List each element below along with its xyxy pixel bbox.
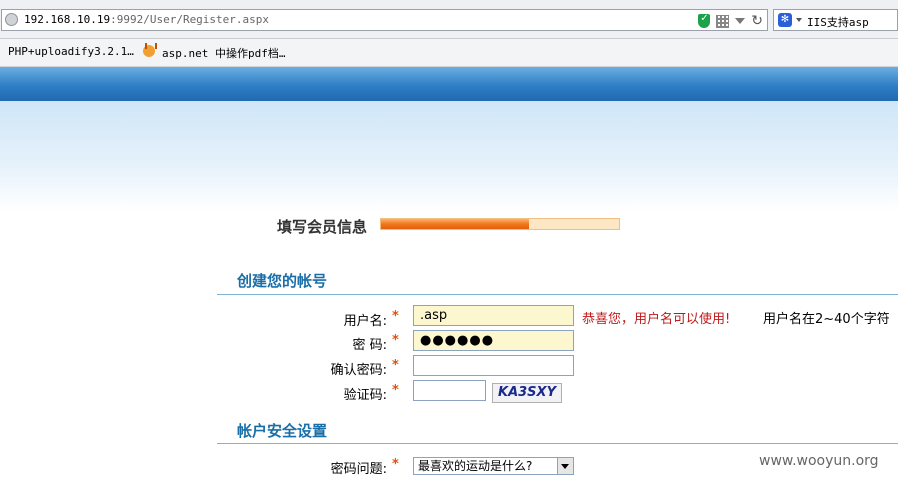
captcha-input[interactable]	[413, 380, 486, 401]
chevron-down-icon[interactable]	[557, 458, 573, 474]
bookmark-php-uploadify[interactable]: PHP+uploadify3.2.1…	[8, 45, 134, 58]
username-label: 用户名:	[343, 314, 387, 329]
search-engine-dropdown-icon[interactable]	[796, 18, 802, 22]
security-question-label: 密码问题:	[330, 462, 387, 477]
required-mark: *	[392, 457, 399, 472]
username-input[interactable]: .asp	[413, 305, 574, 326]
url-text: 192.168.10.19:9992/User/Register.aspx	[24, 13, 269, 26]
progress-fill	[381, 219, 529, 229]
page-header-gradient	[0, 101, 898, 211]
section-divider	[217, 443, 898, 444]
url-dropdown-icon[interactable]	[735, 18, 746, 24]
page-header-band	[0, 67, 898, 101]
username-hint: 用户名在2~40个字符	[763, 312, 890, 327]
section-title-account: 创建您的帐号	[237, 272, 328, 290]
bookmarks-bar: PHP+uploadify3.2.1… asp.net 中操作pdf档…	[0, 39, 898, 67]
reload-icon[interactable]: ↻	[751, 14, 763, 28]
required-mark: *	[392, 358, 399, 373]
password-input[interactable]: ●●●●●●	[413, 330, 574, 351]
security-shield-icon[interactable]	[698, 13, 711, 28]
url-path: :9992/User/Register.aspx	[110, 13, 270, 26]
baidu-paw-icon[interactable]: ✻	[778, 13, 792, 27]
bookmark-favicon-icon	[141, 43, 157, 59]
captcha-image[interactable]: KA3SXY	[492, 383, 562, 403]
search-text: IIS支持asp	[807, 16, 869, 29]
bookmark-aspnet-pdf[interactable]: asp.net 中操作pdf档…	[162, 45, 285, 61]
confirm-password-input[interactable]	[413, 355, 574, 376]
captcha-label: 验证码:	[343, 388, 387, 403]
url-bar[interactable]: 192.168.10.19:9992/User/Register.aspx ↻	[1, 9, 768, 31]
required-mark: *	[392, 383, 399, 398]
qr-code-icon[interactable]	[716, 14, 730, 28]
search-box[interactable]: ✻ IIS支持asp	[773, 9, 898, 31]
address-toolbar: 192.168.10.19:9992/User/Register.aspx ↻ …	[0, 0, 898, 39]
password-label: 密 码:	[352, 338, 387, 353]
username-available-message: 恭喜您，用户名可以使用!	[582, 312, 731, 327]
url-host: 192.168.10.19	[24, 13, 111, 26]
security-question-select[interactable]: 最喜欢的运动是什么?	[413, 457, 574, 475]
url-tools: ↻	[698, 12, 763, 30]
required-mark: *	[392, 309, 399, 324]
required-mark: *	[392, 333, 399, 348]
confirm-password-label: 确认密码:	[330, 363, 387, 378]
section-divider	[217, 294, 898, 295]
site-info-icon[interactable]	[5, 13, 18, 26]
registration-progress-bar	[380, 218, 620, 230]
section-title-security: 帐户安全设置	[237, 422, 328, 440]
step-title: 填写会员信息	[277, 218, 368, 236]
watermark: www.wooyun.org	[759, 453, 879, 469]
